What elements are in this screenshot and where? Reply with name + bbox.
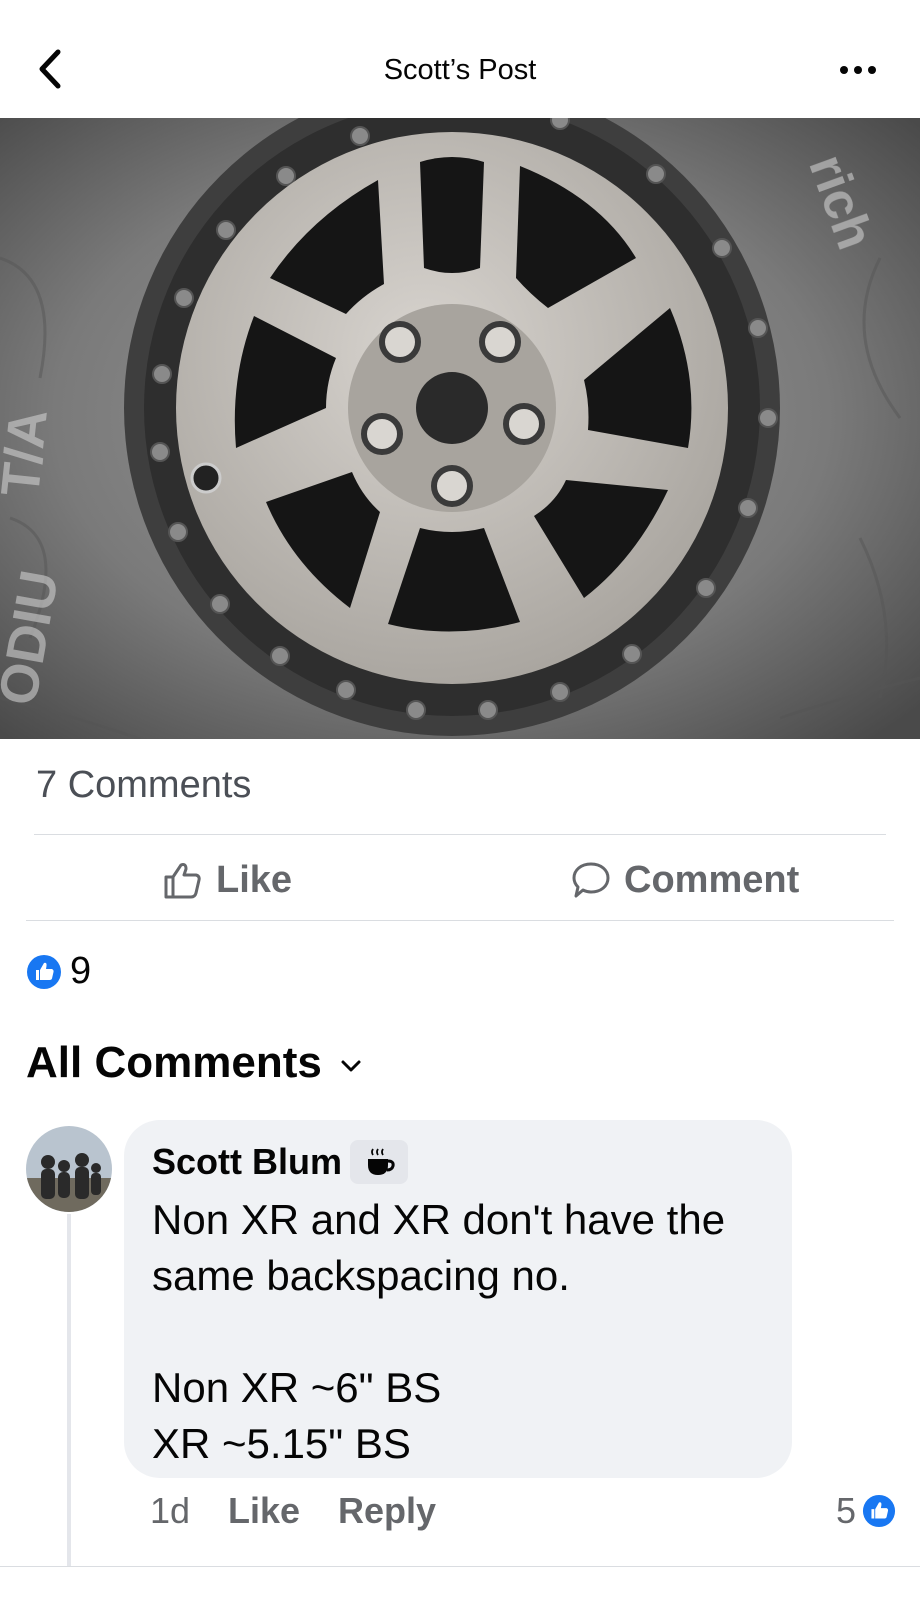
avatar[interactable] [26, 1126, 112, 1212]
top-bar: Scott’s Post [0, 0, 920, 118]
comment-text: Non XR and XR don't have the same backsp… [152, 1196, 726, 1467]
comments-filter-dropdown[interactable]: All Comments [26, 1038, 362, 1088]
comment-button[interactable]: Comment [570, 852, 799, 908]
more-dots-icon [840, 66, 876, 74]
thumbs-up-icon [164, 863, 201, 899]
comment-author[interactable]: Scott Blum [152, 1140, 409, 1184]
divider [26, 920, 894, 921]
comment-timestamp: 1d [150, 1490, 191, 1531]
comment-reactions[interactable]: 5 [836, 1490, 896, 1532]
bottom-reply-bar [0, 1566, 920, 1601]
page-title: Scott’s Post [383, 54, 537, 86]
svg-text:T/A: T/A [0, 406, 59, 499]
divider [34, 834, 886, 835]
like-reaction-icon [862, 1494, 896, 1528]
comment-author-name: Scott Blum [152, 1141, 343, 1182]
like-reaction-icon [27, 954, 61, 989]
wheel-photo-image: T/A ODIU rich [0, 118, 920, 739]
more-options-button[interactable] [836, 58, 880, 82]
comment-reply-button[interactable]: Reply [338, 1490, 436, 1532]
post-photo[interactable]: T/A ODIU rich [0, 118, 920, 739]
comment-bubble: Scott Blum Non XR and XR don't have the … [124, 1120, 792, 1478]
chevron-down-icon [341, 1060, 361, 1072]
coffee-cup-icon [350, 1140, 409, 1184]
thread-line [67, 1214, 71, 1570]
post-reactions[interactable]: 9 [26, 950, 91, 993]
like-button-label: Like [216, 858, 293, 901]
comment-reaction-count: 5 [835, 1490, 856, 1531]
like-button[interactable]: Like [162, 852, 292, 908]
reactions-count: 9 [70, 950, 92, 992]
speech-bubble-icon [572, 862, 610, 898]
comments-filter-label: All Comments [26, 1038, 322, 1087]
comment-like-button[interactable]: Like [228, 1490, 300, 1532]
profile-photo-image [26, 1126, 112, 1212]
comment-button-label: Comment [624, 858, 800, 901]
comments-count[interactable]: 7 Comments [36, 764, 251, 807]
